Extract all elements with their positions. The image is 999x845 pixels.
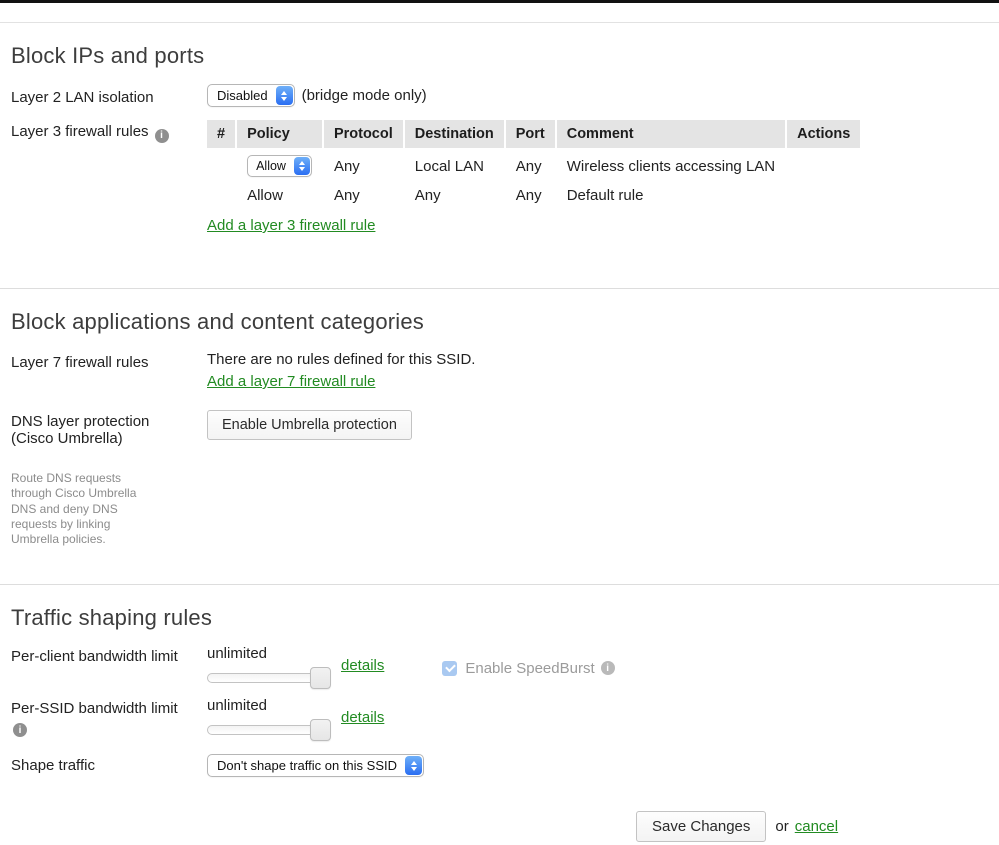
dns-layer-protection-label: DNS layer protection (Cisco Umbrella) Ro… — [11, 410, 207, 547]
col-header-port: Port — [506, 120, 555, 148]
row-per-ssid-bandwidth: Per-SSID bandwidth limit unlimited detai… — [11, 697, 988, 737]
select-stepper-icon — [405, 756, 422, 775]
row-layer2-lan-isolation: Layer 2 LAN isolation Disabled (bridge m… — [11, 84, 988, 107]
layer2-isolation-select[interactable]: Disabled — [207, 84, 295, 107]
section-block-ips-and-ports: Block IPs and ports Layer 2 LAN isolatio… — [0, 23, 999, 288]
per-ssid-info-icon[interactable] — [13, 723, 27, 737]
slider-handle[interactable] — [310, 667, 331, 689]
rule2-destination: Any — [405, 183, 504, 208]
col-header-protocol: Protocol — [324, 120, 403, 148]
rule1-num — [207, 148, 235, 183]
row-layer3-firewall-rules: Layer 3 firewall rules # Policy Protocol… — [11, 120, 988, 234]
section-title-block-apps: Block applications and content categorie… — [11, 289, 988, 335]
dns-content: Enable Umbrella protection — [207, 410, 988, 440]
speedburst-label: Enable SpeedBurst — [465, 660, 594, 677]
rule2-actions — [787, 183, 860, 208]
row-layer7-firewall-rules: Layer 7 firewall rules There are no rule… — [11, 351, 988, 390]
slider-handle[interactable] — [310, 719, 331, 741]
select-stepper-icon — [276, 86, 293, 105]
layer2-content: Disabled (bridge mode only) — [207, 84, 988, 107]
per-ssid-bandwidth-control: unlimited — [207, 697, 334, 735]
row-dns-layer-protection: DNS layer protection (Cisco Umbrella) Ro… — [11, 410, 988, 547]
rule1-policy-select[interactable]: Allow — [247, 155, 312, 177]
select-stepper-icon — [294, 157, 310, 175]
shape-traffic-content: Don't shape traffic on this SSID — [207, 754, 988, 777]
section-block-applications: Block applications and content categorie… — [0, 288, 999, 584]
rule2-policy: Allow — [237, 183, 322, 208]
col-header-actions: Actions — [787, 120, 860, 148]
shape-traffic-label: Shape traffic — [11, 754, 207, 774]
section-title-traffic-shaping: Traffic shaping rules — [11, 585, 988, 631]
per-client-bandwidth-control: unlimited — [207, 645, 334, 683]
per-ssid-content: unlimited details — [207, 697, 988, 735]
per-client-bandwidth-slider[interactable] — [207, 673, 329, 683]
col-header-policy: Policy — [237, 120, 322, 148]
layer2-lan-isolation-label: Layer 2 LAN isolation — [11, 86, 207, 106]
rule1-actions — [787, 148, 860, 183]
col-header-num: # — [207, 120, 235, 148]
section-title-block-ips: Block IPs and ports — [11, 23, 988, 69]
row-shape-traffic: Shape traffic Don't shape traffic on thi… — [11, 754, 988, 777]
rule1-comment: Wireless clients accessing LAN — [557, 148, 785, 183]
top-strip — [0, 3, 999, 23]
per-client-bandwidth-label: Per-client bandwidth limit — [11, 645, 207, 665]
rule2-num — [207, 183, 235, 208]
add-layer7-rule-link[interactable]: Add a layer 7 firewall rule — [207, 373, 375, 390]
col-header-comment: Comment — [557, 120, 785, 148]
rule1-protocol: Any — [324, 148, 403, 183]
rule1-destination: Local LAN — [405, 148, 504, 183]
layer7-content: There are no rules defined for this SSID… — [207, 351, 988, 390]
per-ssid-bandwidth-value: unlimited — [207, 697, 334, 714]
layer7-firewall-rules-label: Layer 7 firewall rules — [11, 351, 207, 371]
bridge-mode-note: (bridge mode only) — [302, 87, 427, 104]
col-header-destination: Destination — [405, 120, 504, 148]
per-client-content: unlimited details Enable SpeedBurst — [207, 645, 988, 683]
shape-traffic-select-value: Don't shape traffic on this SSID — [217, 758, 405, 773]
cancel-link[interactable]: cancel — [795, 818, 838, 835]
table-row: Allow Any Local LAN Any Wireless clients… — [207, 148, 860, 183]
row-per-client-bandwidth: Per-client bandwidth limit unlimited det… — [11, 645, 988, 683]
speedburst-checkbox[interactable] — [442, 661, 457, 676]
rule1-policy-select-value: Allow — [256, 159, 294, 173]
speedburst-group: Enable SpeedBurst — [442, 653, 614, 683]
rule2-comment: Default rule — [557, 183, 785, 208]
enable-umbrella-button[interactable]: Enable Umbrella protection — [207, 410, 412, 440]
add-layer3-rule-link[interactable]: Add a layer 3 firewall rule — [207, 217, 375, 234]
per-ssid-bandwidth-label: Per-SSID bandwidth limit — [11, 697, 207, 737]
per-ssid-bandwidth-slider[interactable] — [207, 725, 329, 735]
section-traffic-shaping: Traffic shaping rules Per-client bandwid… — [0, 584, 999, 777]
dns-protection-description: Route DNS requests through Cisco Umbrell… — [11, 471, 149, 547]
footer-actions: Save Changes or cancel — [0, 811, 999, 842]
rule2-port: Any — [506, 183, 555, 208]
table-header-row: # Policy Protocol Destination Port Comme… — [207, 120, 860, 148]
save-changes-button[interactable]: Save Changes — [636, 811, 766, 842]
rule2-protocol: Any — [324, 183, 403, 208]
rule1-policy-cell: Allow — [237, 148, 322, 183]
rule1-port: Any — [506, 148, 555, 183]
speedburst-info-icon[interactable] — [601, 661, 615, 675]
layer7-empty-text: There are no rules defined for this SSID… — [207, 351, 988, 368]
table-row: Allow Any Any Any Default rule — [207, 183, 860, 208]
layer2-isolation-select-value: Disabled — [217, 88, 276, 103]
layer3-info-icon[interactable] — [155, 129, 169, 143]
per-client-bandwidth-value: unlimited — [207, 645, 334, 662]
layer3-content: # Policy Protocol Destination Port Comme… — [207, 120, 988, 234]
per-ssid-details-link[interactable]: details — [341, 709, 384, 735]
or-text: or — [775, 818, 788, 835]
per-client-details-link[interactable]: details — [341, 657, 384, 683]
layer3-firewall-table: # Policy Protocol Destination Port Comme… — [205, 120, 862, 208]
shape-traffic-select[interactable]: Don't shape traffic on this SSID — [207, 754, 424, 777]
layer3-firewall-rules-label: Layer 3 firewall rules — [11, 120, 207, 143]
